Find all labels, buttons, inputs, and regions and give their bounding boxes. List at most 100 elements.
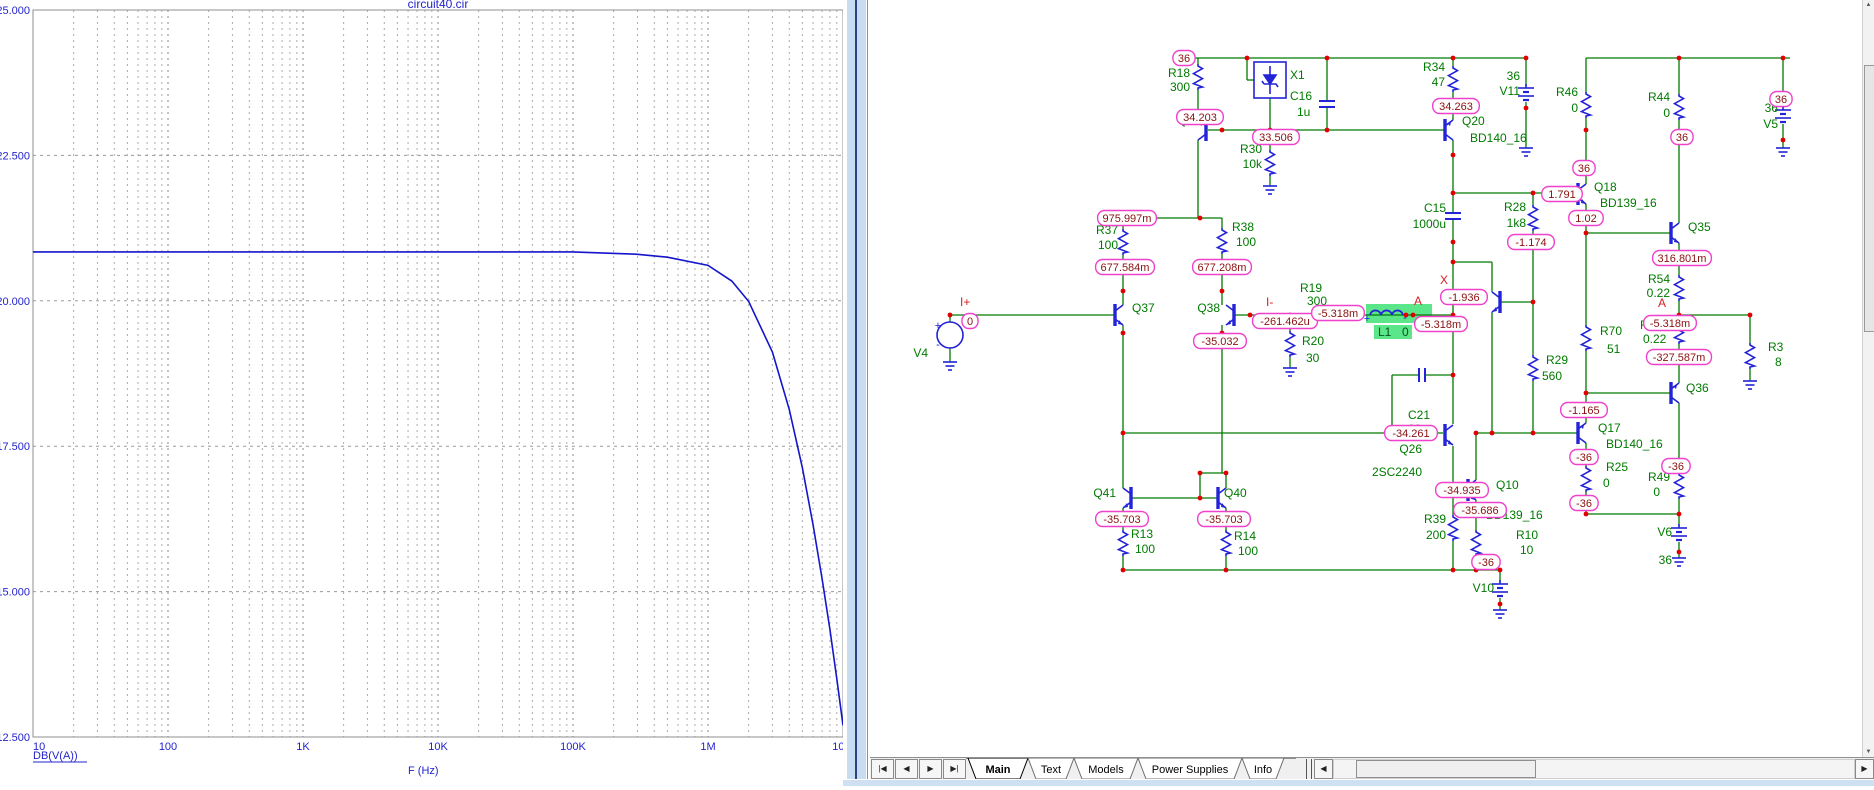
transistor-Q37[interactable] <box>1113 304 1124 326</box>
window-splitter[interactable] <box>843 0 870 785</box>
resistor-R14[interactable] <box>1219 530 1234 556</box>
component-label: C15 <box>1424 201 1446 215</box>
hscroll-left-button[interactable]: ◀ <box>1314 759 1333 779</box>
resistor-R13[interactable] <box>1116 530 1131 556</box>
resistor-R29[interactable] <box>1526 355 1541 381</box>
subckt-X1[interactable] <box>1253 61 1287 99</box>
battery-V11[interactable] <box>1518 84 1534 102</box>
component-label: 1u <box>1297 105 1310 119</box>
component-label: V10 <box>1473 581 1495 595</box>
transistor-Q20[interactable] <box>1443 119 1454 141</box>
junction-dot <box>1676 511 1682 517</box>
junction-dot <box>1747 312 1753 318</box>
bubble-value: 316.801m <box>1658 253 1707 265</box>
resistor-R20[interactable] <box>1283 331 1298 357</box>
tab-main[interactable]: Main <box>967 758 1029 780</box>
resistor-R18[interactable] <box>1191 64 1206 90</box>
y-tick-label: 12.500 <box>0 732 30 744</box>
resistor-R46[interactable] <box>1579 92 1594 118</box>
component-label: 2SC2240 <box>1372 465 1422 479</box>
resistor-R38[interactable] <box>1215 228 1230 254</box>
junction-dot <box>1583 390 1589 396</box>
tab-power-supplies[interactable]: Power Supplies <box>1137 758 1243 780</box>
horizontal-scroll-thumb[interactable] <box>1356 760 1536 778</box>
vertical-scrollbar[interactable]: ▲ ▼ <box>1862 0 1874 757</box>
bubble-value: -5.318m <box>1650 318 1690 330</box>
scroll-down-icon[interactable]: ▼ <box>1863 749 1874 755</box>
ground-symbol <box>943 361 957 371</box>
component-label: Q37 <box>1132 301 1155 315</box>
junction-dot <box>1489 430 1495 436</box>
node-name-label: I- <box>1266 295 1273 309</box>
transistor-Q17[interactable] <box>1576 422 1587 444</box>
analysis-plot-panel: circuit40.cir 25.000 22.500 20.000 17.500 15.… <box>0 0 854 785</box>
bubble-value: 34.203 <box>1183 112 1217 124</box>
component-label: 300 <box>1170 80 1190 94</box>
resistor-R39[interactable] <box>1446 515 1461 541</box>
resistor-R44[interactable] <box>1672 94 1687 120</box>
component-label: R39 <box>1424 512 1446 526</box>
voltage-bubble: -36 <box>1569 448 1599 466</box>
transistor-Q38[interactable] <box>1225 304 1236 326</box>
component-label: 1k8 <box>1507 216 1527 230</box>
voltage-bubble: 33.506 <box>1252 128 1301 146</box>
node-name-label: A <box>1658 296 1666 310</box>
resistor-R54[interactable] <box>1672 275 1687 301</box>
battery-V10[interactable] <box>1492 580 1508 598</box>
vertical-scroll-thumb[interactable] <box>1864 65 1874 332</box>
bubble-value: 36 <box>1775 94 1787 106</box>
tab-splitter[interactable] <box>1306 759 1312 779</box>
tab-text[interactable]: Text <box>1027 758 1075 780</box>
tab-first-button[interactable]: |◀ <box>871 759 894 779</box>
resistor-R28[interactable] <box>1526 205 1541 231</box>
voltage-bubble: 34.263 <box>1432 97 1481 115</box>
transistor-Q36[interactable] <box>1669 382 1680 404</box>
x-axis-label: F (Hz) <box>408 765 439 777</box>
ground-symbol <box>1283 367 1297 377</box>
component-label: 100 <box>1098 238 1118 252</box>
bubble-value: -36 <box>1668 461 1684 473</box>
bubble-value: -35.032 <box>1201 336 1238 348</box>
voltage-bubble: -35.686 <box>1452 501 1508 519</box>
transistor-Q35[interactable] <box>1669 222 1680 244</box>
component-label: 100 <box>1236 235 1256 249</box>
horizontal-scrollbar[interactable] <box>1333 759 1855 779</box>
resistor-R49[interactable] <box>1672 473 1687 499</box>
junction-dot <box>1219 288 1225 294</box>
tab-label: Text <box>1041 764 1061 776</box>
resistor-R37[interactable] <box>1116 229 1131 255</box>
junction-dot <box>1324 55 1330 61</box>
component-label: Q40 <box>1224 486 1247 500</box>
splitter-line <box>855 0 857 785</box>
resistor-R34[interactable] <box>1446 66 1461 92</box>
resistor-R3[interactable] <box>1743 343 1758 369</box>
junction-dot <box>1223 470 1229 476</box>
tab-models[interactable]: Models <box>1073 758 1139 780</box>
transistor-Q26[interactable] <box>1443 424 1454 446</box>
npn-arrow-icon <box>1221 503 1226 508</box>
tab-next-button[interactable]: ▶ <box>919 759 942 779</box>
trace-name-link[interactable]: DB(V(A)) <box>33 750 78 762</box>
resistor-R25[interactable] <box>1579 466 1594 492</box>
junction-dot <box>1450 372 1456 378</box>
tab-last-button[interactable]: ▶| <box>943 759 966 779</box>
tab-info[interactable]: Info <box>1241 758 1285 780</box>
sheet-tab-bar: |◀ ◀ ▶ ▶| Main Text Models Power Supplies In… <box>870 757 1874 780</box>
resistor-R10[interactable] <box>1469 530 1484 556</box>
scroll-up-icon[interactable]: ▲ <box>1863 2 1874 8</box>
junction-dot <box>1497 567 1503 573</box>
schematic-canvas[interactable]: R18300X1C161uQ39R3010kR3447Q20BD140_1636… <box>870 0 1862 757</box>
component-label: 36 <box>1659 553 1673 567</box>
hscroll-right-button[interactable]: ▶ <box>1855 759 1874 779</box>
battery-V6[interactable] <box>1671 524 1687 542</box>
npn-arrow-icon <box>1448 440 1453 445</box>
tab-prev-button[interactable]: ◀ <box>895 759 918 779</box>
npn-arrow-icon <box>1674 238 1679 243</box>
transistor-Q41[interactable] <box>1122 487 1133 509</box>
resistor-R30[interactable] <box>1263 150 1278 176</box>
component-label: Q41 <box>1093 486 1116 500</box>
transistor-Q19[interactable] <box>1491 291 1502 313</box>
resistor-R70[interactable] <box>1579 325 1594 351</box>
voltage-bubble: -327.587m <box>1645 348 1713 366</box>
component-label: BD139_16 <box>1600 196 1657 210</box>
